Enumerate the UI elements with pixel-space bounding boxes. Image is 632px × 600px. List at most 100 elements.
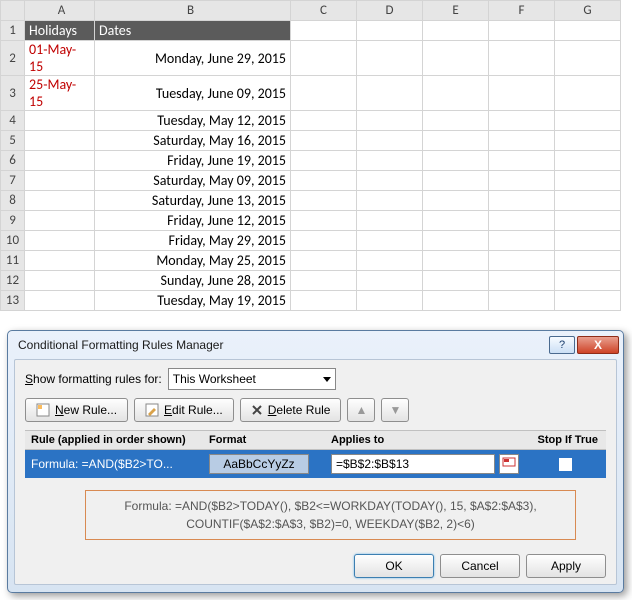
cell[interactable] xyxy=(291,151,357,171)
cell[interactable] xyxy=(489,291,555,311)
cell[interactable] xyxy=(555,171,621,191)
cell[interactable] xyxy=(25,271,95,291)
cell[interactable]: Monday, June 29, 2015 xyxy=(95,41,291,76)
col-header-G[interactable]: G xyxy=(555,1,621,21)
cell[interactable] xyxy=(25,251,95,271)
move-up-button[interactable]: ▲ xyxy=(347,398,375,422)
cell[interactable] xyxy=(291,21,357,41)
cell[interactable] xyxy=(555,231,621,251)
cell[interactable] xyxy=(423,291,489,311)
cell[interactable] xyxy=(423,76,489,111)
cell[interactable] xyxy=(357,111,423,131)
cell[interactable] xyxy=(25,291,95,311)
cell[interactable] xyxy=(555,76,621,111)
row-header[interactable]: 5 xyxy=(1,131,25,151)
close-button[interactable]: X xyxy=(577,336,619,354)
cell[interactable] xyxy=(489,76,555,111)
cell[interactable] xyxy=(489,21,555,41)
row-header[interactable]: 11 xyxy=(1,251,25,271)
cell[interactable] xyxy=(291,211,357,231)
cell[interactable]: Holidays xyxy=(25,21,95,41)
cell[interactable] xyxy=(423,151,489,171)
applies-to-input[interactable]: =$B$2:$B$13 xyxy=(331,454,495,474)
cell[interactable]: Tuesday, May 12, 2015 xyxy=(95,111,291,131)
cell[interactable]: Monday, May 25, 2015 xyxy=(95,251,291,271)
cell[interactable] xyxy=(555,191,621,211)
cell[interactable] xyxy=(555,151,621,171)
cell[interactable] xyxy=(357,251,423,271)
cell[interactable]: Saturday, June 13, 2015 xyxy=(95,191,291,211)
cell[interactable] xyxy=(25,131,95,151)
row-header[interactable]: 3 xyxy=(1,76,25,111)
edit-rule-button[interactable]: Edit Rule... xyxy=(134,398,234,422)
cell[interactable] xyxy=(489,41,555,76)
apply-button[interactable]: Apply xyxy=(526,554,606,578)
col-header-B[interactable]: B xyxy=(95,1,291,21)
cell[interactable] xyxy=(423,191,489,211)
row-header[interactable]: 7 xyxy=(1,171,25,191)
col-header-D[interactable]: D xyxy=(357,1,423,21)
cell[interactable] xyxy=(357,151,423,171)
cell[interactable]: Friday, June 12, 2015 xyxy=(95,211,291,231)
cell[interactable] xyxy=(423,131,489,151)
cell[interactable]: Saturday, May 16, 2015 xyxy=(95,131,291,151)
spreadsheet[interactable]: A B C D E F G 1 Holidays Dates 2 01-May-… xyxy=(0,0,621,311)
cell[interactable] xyxy=(291,191,357,211)
dialog-titlebar[interactable]: Conditional Formatting Rules Manager ? X xyxy=(8,331,623,359)
cell[interactable] xyxy=(423,251,489,271)
cell[interactable] xyxy=(25,211,95,231)
cell[interactable] xyxy=(555,41,621,76)
cell[interactable] xyxy=(555,21,621,41)
new-rule-button[interactable]: New Rule... xyxy=(25,398,128,422)
cell[interactable]: Saturday, May 09, 2015 xyxy=(95,171,291,191)
col-header-A[interactable]: A xyxy=(25,1,95,21)
cell[interactable] xyxy=(423,111,489,131)
cell[interactable] xyxy=(291,171,357,191)
cell[interactable] xyxy=(489,111,555,131)
cell[interactable] xyxy=(357,21,423,41)
row-header[interactable]: 13 xyxy=(1,291,25,311)
cell[interactable] xyxy=(555,271,621,291)
row-header[interactable]: 8 xyxy=(1,191,25,211)
range-picker-button[interactable] xyxy=(499,454,519,474)
cell[interactable] xyxy=(555,131,621,151)
cell[interactable] xyxy=(357,131,423,151)
row-header[interactable]: 12 xyxy=(1,271,25,291)
cell[interactable]: Friday, May 29, 2015 xyxy=(95,231,291,251)
cell[interactable]: Tuesday, June 09, 2015 xyxy=(95,76,291,111)
cell[interactable] xyxy=(291,231,357,251)
cancel-button[interactable]: Cancel xyxy=(440,554,520,578)
cell[interactable] xyxy=(357,271,423,291)
cell[interactable] xyxy=(291,41,357,76)
help-button[interactable]: ? xyxy=(549,336,575,354)
cell[interactable]: Tuesday, May 19, 2015 xyxy=(95,291,291,311)
cell[interactable] xyxy=(423,21,489,41)
scope-select[interactable]: This Worksheet xyxy=(168,368,336,390)
cell[interactable] xyxy=(489,171,555,191)
cell[interactable] xyxy=(489,191,555,211)
cell[interactable] xyxy=(25,171,95,191)
cell[interactable] xyxy=(291,111,357,131)
rule-row[interactable]: Formula: =AND($B2>TO... AaBbCcYyZz =$B$2… xyxy=(25,450,606,478)
ok-button[interactable]: OK xyxy=(354,554,434,578)
cell[interactable] xyxy=(555,111,621,131)
cell[interactable] xyxy=(25,151,95,171)
cell[interactable] xyxy=(357,291,423,311)
row-header[interactable]: 6 xyxy=(1,151,25,171)
cell[interactable] xyxy=(25,191,95,211)
cell[interactable] xyxy=(291,271,357,291)
corner-cell[interactable] xyxy=(1,1,25,21)
cell[interactable] xyxy=(357,231,423,251)
row-header[interactable]: 2 xyxy=(1,41,25,76)
cell[interactable] xyxy=(357,76,423,111)
delete-rule-button[interactable]: Delete Rule xyxy=(240,398,342,422)
cell[interactable] xyxy=(489,231,555,251)
col-header-F[interactable]: F xyxy=(489,1,555,21)
cell[interactable] xyxy=(555,211,621,231)
cell[interactable] xyxy=(423,171,489,191)
col-header-C[interactable]: C xyxy=(291,1,357,21)
cell[interactable] xyxy=(291,131,357,151)
cell[interactable] xyxy=(357,41,423,76)
cell[interactable] xyxy=(291,291,357,311)
row-header[interactable]: 1 xyxy=(1,21,25,41)
